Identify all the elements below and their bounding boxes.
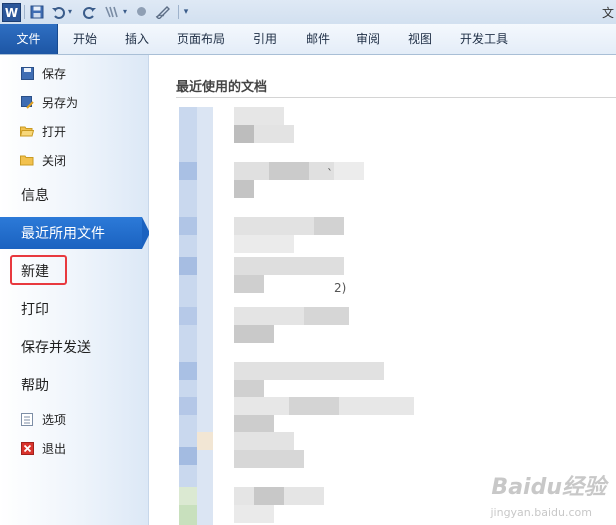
- word-logo-icon[interactable]: W: [2, 3, 21, 22]
- nav-open[interactable]: 打开: [20, 121, 66, 141]
- blur-block: [197, 107, 213, 525]
- tab-references[interactable]: 引用: [244, 24, 286, 54]
- save-icon[interactable]: [29, 3, 45, 20]
- tab-insert[interactable]: 插入: [116, 24, 158, 54]
- blur-block: [234, 307, 304, 325]
- nav-exit-label: 退出: [42, 441, 67, 456]
- section-title: 最近使用的文档: [176, 80, 268, 95]
- undo-dropdown-icon[interactable]: ▾: [66, 3, 74, 20]
- blur-block: [234, 325, 274, 343]
- nav-save-as[interactable]: 另存为: [20, 92, 78, 112]
- tab-home[interactable]: 开始: [63, 24, 107, 54]
- toolbar-separator: [178, 5, 179, 19]
- blur-block: [234, 180, 254, 198]
- tab-view[interactable]: 视图: [399, 24, 441, 54]
- ribbon-tabs: 文件 开始 插入 页面布局 引用 邮件 审阅 视图 开发工具: [0, 24, 616, 55]
- blur-block: [179, 162, 197, 180]
- nav-save-as-label: 另存为: [42, 95, 79, 110]
- nav-print[interactable]: 打印: [0, 293, 148, 325]
- nav-recent[interactable]: 最近所用文件: [0, 217, 142, 249]
- format-painter-dropdown-icon[interactable]: ▾: [121, 3, 129, 20]
- nav-open-label: 打开: [42, 124, 67, 139]
- nav-save-and-send[interactable]: 保存并发送: [0, 331, 148, 363]
- blur-block: [234, 432, 294, 450]
- nav-options[interactable]: 选项: [20, 409, 66, 429]
- watermark-url: jingyan.baidu.com: [490, 506, 592, 519]
- nav-options-label: 选项: [42, 412, 67, 427]
- blur-block: [234, 380, 264, 398]
- highlight-box: [10, 255, 67, 285]
- blur-block: [179, 307, 197, 325]
- pen-icon[interactable]: [154, 3, 172, 20]
- blur-block: [179, 217, 197, 235]
- blur-block: [179, 487, 197, 505]
- folder-open-icon: [20, 124, 34, 138]
- exit-icon: [20, 441, 34, 455]
- blur-block: [234, 415, 274, 433]
- nav-info[interactable]: 信息: [0, 179, 148, 211]
- backstage-nav: 保存 另存为 打开 关闭 信息 最近所用文件 新建 打印 保存并发送 帮助 选项…: [0, 55, 149, 525]
- undo-icon[interactable]: [50, 3, 66, 20]
- options-icon: [20, 412, 34, 426]
- blur-block: [254, 125, 294, 143]
- blur-block: [304, 307, 349, 325]
- blur-block: [289, 397, 339, 415]
- recent-documents-list-blurred[interactable]: 2) `: [179, 107, 519, 525]
- nav-save[interactable]: 保存: [20, 63, 66, 83]
- tab-mailings[interactable]: 邮件: [297, 24, 339, 54]
- tab-review[interactable]: 审阅: [347, 24, 389, 54]
- nav-exit[interactable]: 退出: [20, 438, 66, 458]
- circle-icon[interactable]: [134, 3, 148, 20]
- toolbar-separator: [24, 5, 25, 19]
- blur-block: [234, 505, 274, 523]
- format-painter-icon[interactable]: [103, 3, 121, 20]
- tab-file[interactable]: 文件: [0, 24, 58, 54]
- blur-block: [179, 505, 197, 525]
- blur-block: [234, 125, 254, 143]
- blur-block: [234, 257, 344, 275]
- redo-icon[interactable]: [82, 3, 98, 20]
- blur-block: [234, 107, 284, 125]
- tab-page-layout[interactable]: 页面布局: [168, 24, 234, 54]
- blur-block: [234, 362, 384, 380]
- save-as-icon: [20, 95, 34, 109]
- blur-block: [234, 217, 314, 235]
- blur-block: [234, 450, 304, 468]
- customize-dropdown-icon[interactable]: ▾: [181, 3, 191, 20]
- blur-block: [179, 257, 197, 275]
- blur-block: [254, 487, 284, 505]
- recent-documents-panel: 最近使用的文档 2) `: [149, 55, 616, 525]
- blur-block: [179, 362, 197, 380]
- stray-text: 2): [334, 281, 347, 295]
- watermark-logo: Baidu经验: [491, 475, 606, 500]
- blur-block: [334, 162, 364, 180]
- nav-close-label: 关闭: [42, 153, 67, 168]
- window-title: 文: [601, 6, 614, 20]
- blur-block: [234, 235, 294, 253]
- folder-close-icon: [20, 153, 34, 167]
- nav-save-label: 保存: [42, 66, 67, 81]
- blur-block: [314, 217, 344, 235]
- tab-developer[interactable]: 开发工具: [451, 24, 517, 54]
- save-icon: [20, 66, 34, 80]
- blur-block: [179, 447, 197, 465]
- blur-block: [269, 162, 309, 180]
- quick-access-toolbar: W ▾ ▾ ▾ 文: [0, 0, 616, 25]
- blur-block: [179, 397, 197, 415]
- blur-block: [234, 275, 264, 293]
- blur-block: [197, 432, 213, 450]
- nav-close[interactable]: 关闭: [20, 150, 66, 170]
- stray-text: `: [327, 167, 333, 181]
- nav-help[interactable]: 帮助: [0, 369, 148, 401]
- section-divider: [176, 97, 616, 98]
